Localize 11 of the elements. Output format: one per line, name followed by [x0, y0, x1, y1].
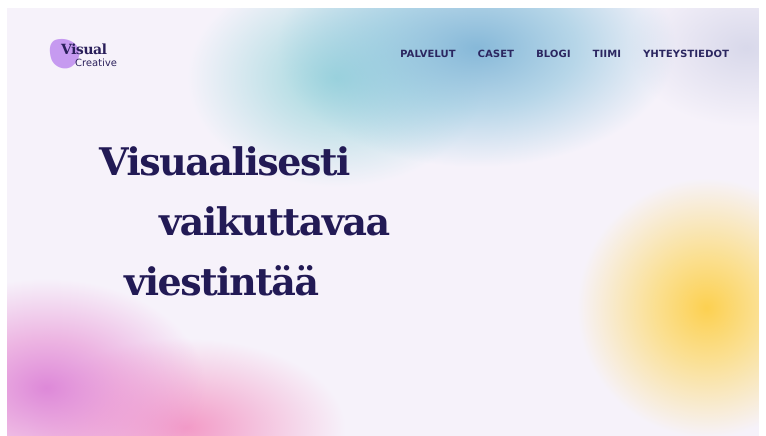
- nav-link[interactable]: BLOGI: [536, 48, 571, 60]
- nav-link[interactable]: YHTEYSTIEDOT: [643, 48, 729, 60]
- nav-link[interactable]: PALVELUT: [400, 48, 456, 60]
- logo[interactable]: Visual Creative: [49, 38, 129, 74]
- headline-line: Visuaalisesti: [99, 138, 349, 186]
- headline-line: viestintää: [124, 258, 318, 306]
- logo-word: Creative: [75, 58, 117, 69]
- nav-link[interactable]: CASET: [478, 48, 514, 60]
- logo-word: Visual: [61, 42, 106, 58]
- nav-link[interactable]: TIIMI: [592, 48, 622, 60]
- headline-line: vaikuttavaa: [159, 198, 389, 246]
